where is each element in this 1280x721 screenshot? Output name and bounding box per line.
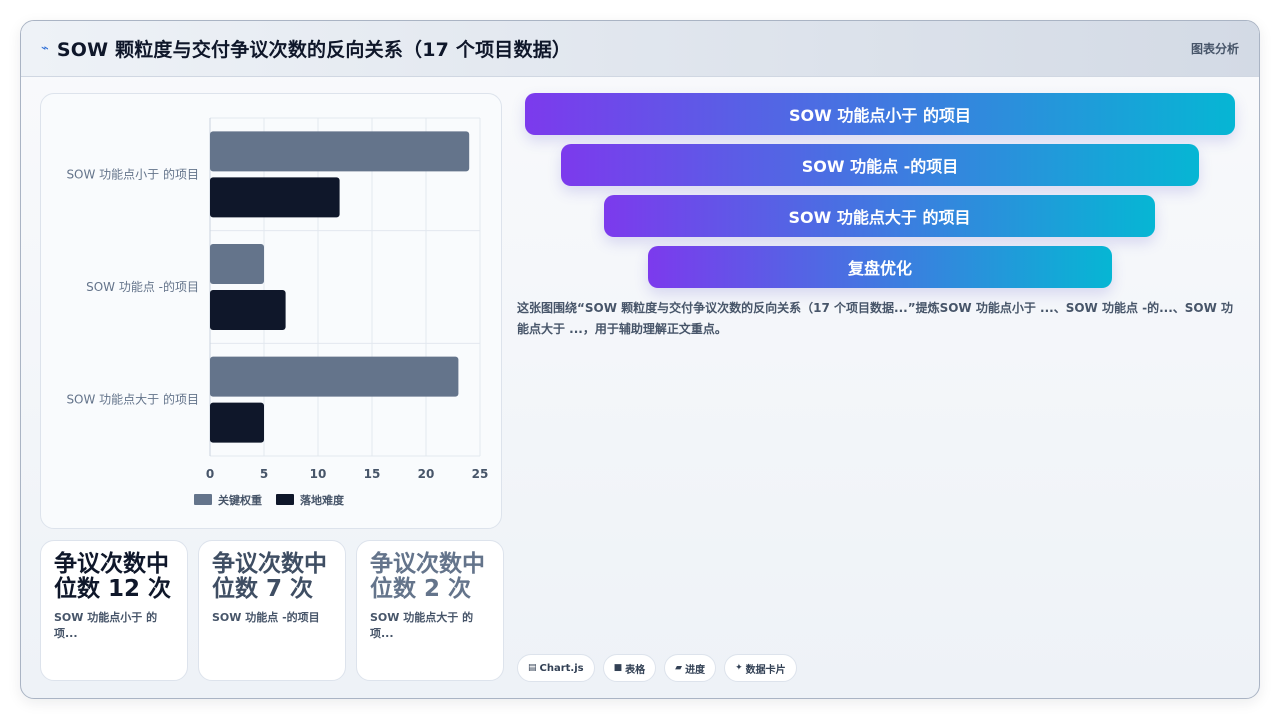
legend-label: 关键权重 — [218, 493, 262, 507]
stat-card-1: 争议次数中位数 12 次 SOW 功能点小于 的项... — [40, 540, 188, 681]
sparkle-icon: ✦ — [735, 663, 743, 673]
stat-card-3: 争议次数中位数 2 次 SOW 功能点大于 的项... — [356, 540, 504, 681]
chart-icon: ▤ — [528, 663, 537, 673]
funnel-step-2[interactable]: SOW 功能点 -的项目 — [561, 144, 1199, 186]
bar-chart-card: SOW 功能点小于 的项目 SOW 功能点 -的项目 SOW 功能点大于 的项目 0 5… — [40, 93, 502, 529]
chart-window: ⌁ SOW 颗粒度与交付争议次数的反向关系（17 个项目数据） 图表分析 SOW… — [20, 20, 1260, 699]
funnel-step-label: SOW 功能点小于 的项目 — [789, 106, 971, 125]
x-tick-label: 25 — [472, 467, 489, 481]
category-label: SOW 功能点大于 的项目 — [66, 392, 199, 407]
funnel-step-label: SOW 功能点 -的项目 — [801, 157, 959, 176]
bar-difficulty — [210, 290, 286, 330]
chip-label: 表格 — [625, 664, 646, 676]
funnel-step-4[interactable]: 复盘优化 — [648, 246, 1112, 288]
bar-difficulty — [210, 402, 264, 443]
x-tick-label: 0 — [206, 467, 214, 481]
funnel-step-3[interactable]: SOW 功能点大于 的项目 — [604, 195, 1155, 237]
category-label: SOW 功能点 -的项目 — [86, 279, 199, 294]
progress-icon: ▰ — [675, 663, 683, 673]
x-tick-label: 15 — [364, 467, 381, 481]
bar-weight — [210, 356, 459, 397]
legend-label: 落地难度 — [300, 493, 345, 507]
funnel-step-1[interactable]: SOW 功能点小于 的项目 — [525, 93, 1235, 135]
bar-weight — [210, 244, 264, 284]
chart-description: 这张图围绕“SOW 颗粒度与交付争议次数的反向关系（17 个项目数据...”提炼… — [517, 301, 1234, 336]
bar-difficulty — [210, 177, 340, 218]
chip-table[interactable]: ■ 表格 — [602, 654, 657, 682]
table-icon: ■ — [613, 663, 623, 673]
stat-value: 争议次数中位数 7 次 — [212, 551, 327, 602]
bar-chart: SOW 功能点小于 的项目 SOW 功能点 -的项目 SOW 功能点大于 的项目 0 5… — [66, 117, 489, 507]
x-tick-label: 10 — [310, 467, 327, 481]
funnel-step-label: SOW 功能点大于 的项目 — [788, 208, 971, 227]
page-title: SOW 颗粒度与交付争议次数的反向关系（17 个项目数据） — [56, 39, 572, 61]
stat-label: SOW 功能点大于 的项... — [370, 611, 474, 640]
x-tick-label: 5 — [260, 467, 268, 481]
chip-data-card[interactable]: ✦ 数据卡片 — [724, 654, 797, 682]
trend-icon: ⌁ — [41, 41, 49, 56]
chip-progress[interactable]: ▰ 进度 — [664, 654, 717, 682]
x-tick-label: 20 — [418, 467, 435, 481]
funnel-step-label: 复盘优化 — [847, 259, 912, 278]
chart-analysis-tag: 图表分析 — [1190, 42, 1239, 56]
stat-label: SOW 功能点 -的项目 — [212, 611, 320, 624]
stat-card-2: 争议次数中位数 7 次 SOW 功能点 -的项目 — [198, 540, 346, 681]
stat-label: SOW 功能点小于 的项... — [54, 611, 158, 640]
category-label: SOW 功能点小于 的项目 — [66, 166, 199, 181]
stat-value: 争议次数中位数 12 次 — [54, 551, 172, 602]
header: ⌁ SOW 颗粒度与交付争议次数的反向关系（17 个项目数据） 图表分析 — [21, 21, 1259, 77]
chip-label: Chart.js — [539, 662, 584, 674]
chip-row: ▤ Chart.js ■ 表格 ▰ 进度 ✦ 数据卡片 — [517, 654, 797, 682]
chip-label: 数据卡片 — [745, 664, 786, 676]
legend-swatch — [276, 494, 294, 505]
chip-label: 进度 — [685, 664, 706, 676]
chip-chartjs[interactable]: ▤ Chart.js — [517, 654, 595, 682]
legend-swatch — [194, 494, 212, 505]
stat-value: 争议次数中位数 2 次 — [370, 551, 485, 602]
bar-weight — [210, 131, 470, 172]
